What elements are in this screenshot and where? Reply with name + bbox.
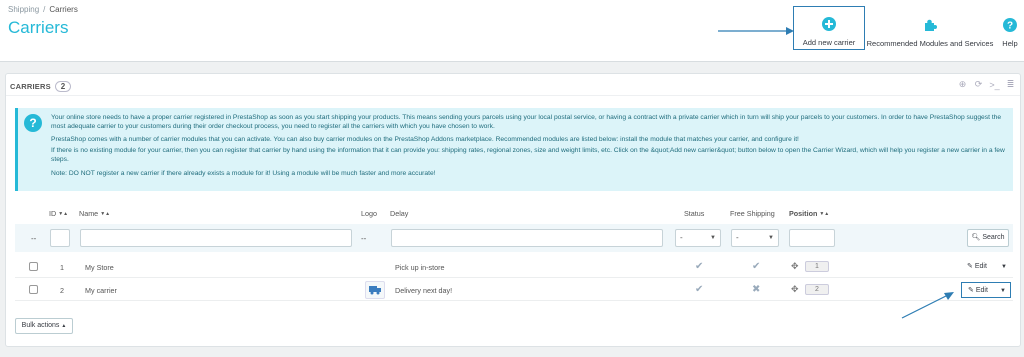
panel-title: CARRIERS 2 [10,81,72,92]
column-header-id[interactable]: ID ▼▲ [49,209,68,218]
bulk-actions-button[interactable]: Bulk actions ▲ [15,318,73,334]
check-icon[interactable]: ✔ [752,261,760,272]
carriers-panel: CARRIERS 2 ⊕ ⟳ >_ ≣ ? Your online store n… [5,73,1021,347]
column-header-id-label: ID [49,209,57,218]
edit-label: Edit [975,287,988,294]
row-name: My carrier [85,286,117,295]
edit-button[interactable]: ✎ Edit ▼ [961,259,1011,275]
carrier-logo [365,281,385,299]
add-new-carrier-label: Add new carrier [802,38,856,47]
caret-up-icon: ▲ [61,323,67,329]
filter-row: -- -- - ▼ - ▼ 🔍︎ Search [15,224,1013,252]
breadcrumb-parent[interactable]: Shipping [8,5,39,14]
chevron-down-icon: ▼ [768,235,774,241]
annotation-arrow-icon [718,27,794,35]
recommended-modules-label: Recommended Modules and Services [866,39,994,48]
row-id: 2 [60,286,64,295]
filter-free-shipping-select[interactable]: - ▼ [731,229,779,247]
row-name: My Store [85,263,114,272]
cross-icon[interactable]: ✖ [752,284,760,295]
check-icon[interactable]: ✔ [695,261,703,272]
column-header-logo: Logo [361,209,377,218]
panel-tools: ⊕ ⟳ >_ ≣ [957,79,1016,90]
column-header-status: Status [684,209,705,218]
filter-status-value: - [680,233,683,242]
puzzle-icon [925,19,937,31]
annotation-arrow-icon [901,292,954,319]
drag-move-icon[interactable]: ✥ [791,284,799,295]
chevron-down-icon[interactable]: ▼ [1001,259,1007,275]
filter-position-input[interactable] [789,229,835,247]
add-new-carrier-button[interactable]: Add new carrier [793,6,865,50]
breadcrumb-current[interactable]: Carriers [49,5,77,14]
sql-query-icon[interactable]: >_ [989,79,1000,90]
filter-status-select[interactable]: - ▼ [675,229,721,247]
help-label: Help [1002,39,1018,48]
filter-delay-input[interactable] [391,229,663,247]
column-header-name[interactable]: Name ▼▲ [79,209,110,218]
check-icon[interactable]: ✔ [695,284,703,295]
alert-paragraph-3: If there is no existing module for your … [51,147,1005,163]
pencil-icon: ✎ [967,263,973,270]
row-delay: Pick up in-store [395,263,445,272]
column-header-name-label: Name [79,209,99,218]
column-header-delay: Delay [390,209,409,218]
search-label: Search [982,234,1005,241]
add-icon[interactable]: ⊕ [957,79,968,90]
edit-button[interactable]: ✎ Edit ▼ [961,282,1011,298]
breadcrumb: Shipping / Carriers [8,5,78,14]
question-icon: ? [24,114,42,132]
alert-paragraph-1: Your online store needs to have a proper… [51,114,1002,130]
bulk-actions-label: Bulk actions [21,322,60,329]
row-checkbox[interactable] [29,262,38,271]
alert-paragraph-2: PrestaShop comes with a number of carrie… [51,136,799,143]
sort-caret-icon[interactable]: ▼▲ [58,211,68,217]
column-header-position[interactable]: Position ▼▲ [789,209,829,218]
search-button[interactable]: 🔍︎ Search [967,229,1009,247]
sort-caret-icon[interactable]: ▼▲ [819,211,829,217]
table-row[interactable]: 2 My carrier Delivery next day! ✔ ✖ ✥ 2 … [15,279,1013,301]
svg-text:?: ? [1007,21,1013,32]
breadcrumb-separator: / [43,5,46,14]
position-value: 2 [805,284,829,295]
panel-heading: CARRIERS 2 ⊕ ⟳ >_ ≣ [6,74,1020,96]
count-badge: 2 [54,81,72,92]
page-title: Carriers [8,18,69,37]
column-header-position-label: Position [789,209,818,218]
refresh-icon[interactable]: ⟳ [973,79,984,90]
column-header-free-shipping: Free Shipping [730,209,775,218]
pencil-icon: ✎ [968,287,974,294]
truck-logo-icon [369,286,381,295]
chevron-down-icon[interactable]: ▼ [1000,283,1006,299]
recommended-modules-button[interactable]: Recommended Modules and Services [866,6,994,50]
filter-free-shipping-value: - [736,233,739,242]
help-icon: ? [1003,18,1017,32]
help-button[interactable]: ? Help [996,6,1024,50]
plus-circle-icon [822,17,836,31]
filter-name-input[interactable] [80,229,352,247]
search-icon: 🔍︎ [971,234,981,241]
chevron-down-icon: ▼ [710,235,716,241]
panel-title-text: CARRIERS [10,82,51,91]
filter-id-input[interactable] [50,229,70,247]
filter-dash: -- [31,234,37,243]
filter-logo-dash: -- [361,234,367,243]
row-checkbox[interactable] [29,285,38,294]
table-row[interactable]: 1 My Store Pick up in-store ✔ ✔ ✥ 1 ✎ Ed… [15,256,1013,278]
drag-move-icon[interactable]: ✥ [791,261,799,272]
edit-label: Edit [974,263,987,270]
info-alert: ? Your online store needs to have a prop… [15,108,1013,191]
position-value: 1 [805,261,829,272]
sort-caret-icon[interactable]: ▼▲ [100,211,110,217]
page-header: Shipping / Carriers Carriers Add new carri… [0,0,1024,62]
row-id: 1 [60,263,64,272]
database-icon[interactable]: ≣ [1005,79,1016,90]
row-delay: Delivery next day! [395,286,453,295]
alert-paragraph-4: Note: DO NOT register a new carrier if t… [51,170,436,177]
